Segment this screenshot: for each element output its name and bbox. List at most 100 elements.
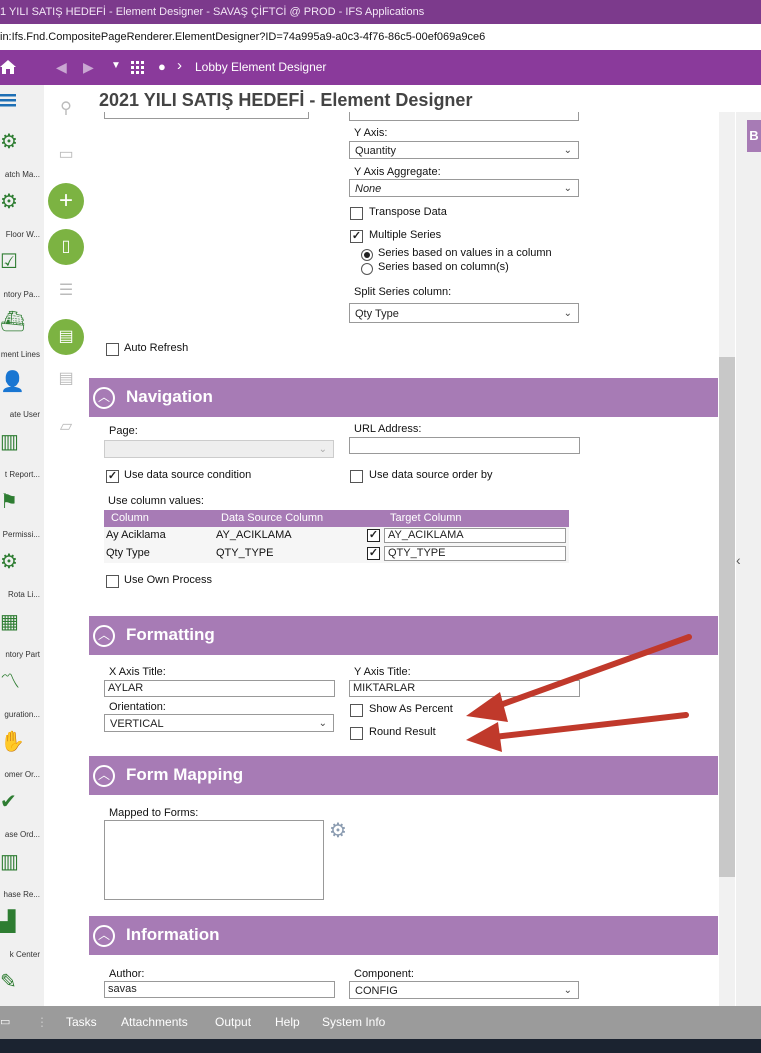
y-axis-title-input[interactable]: MIKTARLAR bbox=[349, 680, 580, 697]
sidebar-app-item[interactable]: ✋ omer Or... bbox=[0, 730, 44, 790]
sidebar-app-item[interactable]: ☑ ntory Pa... bbox=[0, 250, 44, 310]
sidebar-app-label: Rota Li... bbox=[7, 590, 40, 599]
target-column-input[interactable]: AY_ACIKLAMA bbox=[384, 528, 566, 543]
use-ds-order-checkbox[interactable] bbox=[350, 470, 363, 483]
app-sidebar: ⚙ atch Ma... ⚙ Floor W... ☑ ntory Pa... ⛴ ment … bbox=[0, 85, 45, 1006]
mapped-forms-list[interactable] bbox=[104, 820, 324, 900]
output-link[interactable]: Output bbox=[215, 1006, 251, 1039]
multiple-series-checkbox[interactable]: ✓ bbox=[350, 230, 363, 243]
url-address-input[interactable] bbox=[349, 437, 580, 454]
forward-icon[interactable]: ▶ bbox=[83, 59, 94, 76]
sidebar-app-label: omer Or... bbox=[4, 770, 40, 779]
split-series-select[interactable]: Qty Type ⌄ bbox=[349, 303, 579, 323]
sidebar-app-label: ntory Pa... bbox=[3, 290, 40, 299]
attachments-link[interactable]: Attachments bbox=[121, 1006, 188, 1039]
delete-button[interactable]: ▯ bbox=[48, 229, 84, 265]
row-column: Ay Aciklama bbox=[106, 529, 166, 541]
sidebar-app-item[interactable]: ⚙ atch Ma... bbox=[0, 130, 44, 190]
table-row: Qty Type QTY_TYPE ✓ QTY_TYPE bbox=[104, 545, 569, 563]
gear-icon[interactable]: ⚙ bbox=[329, 818, 347, 843]
row-checkbox[interactable]: ✓ bbox=[367, 547, 380, 560]
row-ds-column: QTY_TYPE bbox=[216, 547, 274, 559]
x-axis-select-partial[interactable] bbox=[349, 112, 579, 121]
right-panel-tab[interactable]: B bbox=[747, 120, 761, 152]
chat-icon[interactable]: ▭ bbox=[0, 1006, 10, 1039]
drag-handle-icon[interactable]: ⋮ bbox=[36, 1006, 48, 1039]
formatting-section-header[interactable]: ︿ Formatting bbox=[89, 616, 718, 655]
sidebar-app-item[interactable]: ✔ ase Ord... bbox=[0, 790, 44, 850]
collapse-icon[interactable]: ︿ bbox=[93, 387, 115, 409]
menu-icon[interactable] bbox=[0, 93, 16, 107]
sidebar-app-item[interactable]: ✎ bbox=[0, 970, 44, 1006]
clipboard-icon[interactable]: ▤ bbox=[56, 369, 76, 389]
form-mapping-section-header[interactable]: ︿ Form Mapping bbox=[89, 756, 718, 795]
sidebar-app-item[interactable]: 〽 guration... bbox=[0, 670, 44, 730]
information-section-header[interactable]: ︿ Information bbox=[89, 916, 718, 955]
sidebar-app-item[interactable]: ⛴ ment Lines bbox=[0, 310, 44, 370]
form-mapping-title: Form Mapping bbox=[126, 765, 244, 784]
note-icon[interactable]: ▱ bbox=[56, 417, 76, 437]
sidebar-app-label: Permissi... bbox=[2, 530, 40, 539]
chevron-left-icon[interactable]: ‹ bbox=[736, 552, 741, 568]
cut-off-field[interactable] bbox=[104, 112, 309, 119]
sidebar-app-item[interactable]: ⚙ Rota Li... bbox=[0, 550, 44, 610]
breadcrumb[interactable]: Lobby Element Designer bbox=[195, 50, 326, 85]
round-result-checkbox[interactable] bbox=[350, 727, 363, 740]
apps-grid-icon[interactable] bbox=[131, 61, 145, 75]
series-columns-radio[interactable] bbox=[361, 263, 373, 275]
collapse-icon[interactable]: ︿ bbox=[93, 625, 115, 647]
dropdown-icon[interactable]: ▼ bbox=[111, 60, 121, 71]
use-own-process-label: Use Own Process bbox=[124, 574, 213, 586]
sidebar-app-item[interactable]: 👤 ate User bbox=[0, 370, 44, 430]
details-button[interactable]: ▤ bbox=[48, 319, 84, 355]
sidebar-app-item[interactable]: ▦ ntory Part bbox=[0, 610, 44, 670]
tasks-link[interactable]: Tasks bbox=[66, 1006, 97, 1039]
dot-icon: ● bbox=[158, 59, 166, 74]
add-button[interactable]: + bbox=[48, 183, 84, 219]
gear-icon: ⚙ bbox=[0, 131, 18, 153]
sidebar-app-label: ase Ord... bbox=[4, 830, 40, 839]
gears-icon: ⚙ bbox=[0, 191, 18, 213]
page-label: Page: bbox=[109, 425, 138, 437]
collapse-icon[interactable]: ︿ bbox=[93, 765, 115, 787]
orientation-select[interactable]: VERTICAL ⌄ bbox=[104, 714, 334, 732]
y-axis-select[interactable]: Quantity ⌄ bbox=[349, 141, 579, 159]
collapse-icon[interactable]: ︿ bbox=[93, 925, 115, 947]
sidebar-app-item[interactable]: ⚑ Permissi... bbox=[0, 490, 44, 550]
component-select[interactable]: CONFIG ⌄ bbox=[349, 981, 579, 999]
list-icon[interactable]: ☰ bbox=[56, 281, 76, 301]
back-icon[interactable]: ◀ bbox=[56, 59, 67, 76]
use-ds-condition-label: Use data source condition bbox=[124, 469, 252, 481]
page-select[interactable]: ⌄ bbox=[104, 440, 334, 458]
url-address-label: URL Address: bbox=[354, 423, 422, 435]
sidebar-app-item[interactable]: ▟ k Center bbox=[0, 910, 44, 970]
component-label: Component: bbox=[354, 968, 414, 980]
vertical-scrollbar[interactable] bbox=[719, 112, 735, 1006]
author-input[interactable]: savas bbox=[104, 981, 335, 998]
nav-bar: ◀ ▶ ▼ ● › Lobby Element Designer bbox=[0, 50, 761, 85]
sidebar-app-item[interactable]: ▥ hase Re... bbox=[0, 850, 44, 910]
orientation-label: Orientation: bbox=[109, 701, 166, 713]
transpose-checkbox[interactable] bbox=[350, 207, 363, 220]
x-axis-title-input[interactable]: AYLAR bbox=[104, 680, 335, 697]
target-column-input[interactable]: QTY_TYPE bbox=[384, 546, 566, 561]
page-icon[interactable]: ▭ bbox=[56, 145, 76, 165]
address-bar[interactable]: in:Ifs.Fnd.CompositePageRenderer.Element… bbox=[0, 24, 761, 51]
help-link[interactable]: Help bbox=[275, 1006, 300, 1039]
row-checkbox[interactable]: ✓ bbox=[367, 529, 380, 542]
sidebar-app-item[interactable]: ⚙ Floor W... bbox=[0, 190, 44, 250]
series-values-radio[interactable] bbox=[361, 249, 373, 261]
auto-refresh-checkbox[interactable] bbox=[106, 343, 119, 356]
scrollbar-thumb[interactable] bbox=[719, 357, 735, 877]
y-axis-aggregate-value: None bbox=[355, 183, 382, 195]
system-info-link[interactable]: System Info bbox=[322, 1006, 385, 1039]
navigation-section-header[interactable]: ︿ Navigation bbox=[89, 378, 718, 417]
y-axis-aggregate-select[interactable]: None ⌄ bbox=[349, 179, 579, 197]
use-ds-condition-checkbox[interactable]: ✓ bbox=[106, 470, 119, 483]
search-icon[interactable]: ⚲ bbox=[56, 99, 76, 119]
home-icon[interactable] bbox=[0, 59, 16, 75]
sidebar-app-item[interactable]: ▥ t Report... bbox=[0, 430, 44, 490]
window-title-bar: 1 YILI SATIŞ HEDEFİ - Element Designer -… bbox=[0, 0, 761, 24]
use-own-process-checkbox[interactable] bbox=[106, 575, 119, 588]
show-as-percent-checkbox[interactable] bbox=[350, 704, 363, 717]
